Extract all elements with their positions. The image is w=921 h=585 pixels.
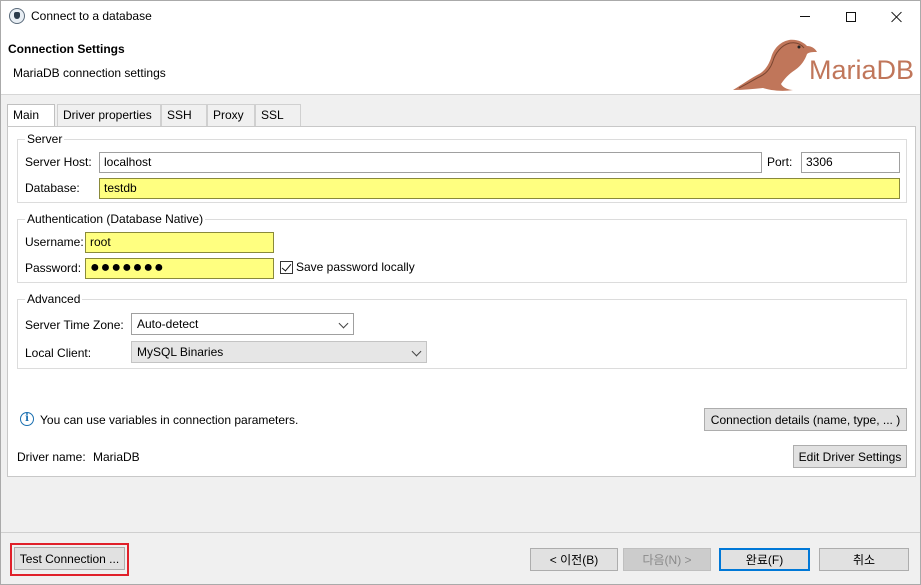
maximize-button[interactable] [828, 1, 874, 32]
driver-name-label: Driver name: [17, 450, 86, 464]
database-label: Database: [25, 181, 80, 195]
close-button[interactable] [874, 1, 920, 32]
tab-main[interactable]: Main [7, 104, 55, 127]
minimize-button[interactable] [782, 1, 828, 32]
driver-name-value: MariaDB [93, 450, 140, 464]
tab-ssh[interactable]: SSH [161, 104, 207, 126]
server-time-zone-select[interactable]: Auto-detect [131, 313, 354, 335]
server-host-label: Server Host: [25, 155, 92, 169]
logo-wordmark: MariaDB [809, 55, 914, 85]
chevron-down-icon [411, 346, 422, 357]
title-bar: Connect to a database [1, 1, 920, 32]
server-time-zone-label: Server Time Zone: [25, 318, 124, 332]
username-label: Username: [25, 235, 84, 249]
port-label: Port: [767, 155, 793, 169]
local-client-value: MySQL Binaries [137, 345, 224, 359]
variables-hint-text: You can use variables in connection para… [40, 413, 299, 427]
dialog-window: Connect to a database Connection Setting… [0, 0, 921, 585]
password-label: Password: [25, 261, 82, 275]
chevron-down-icon [338, 318, 349, 329]
password-input[interactable]: ●●●●●●● [85, 258, 274, 279]
advanced-group-label: Advanced [25, 292, 83, 306]
maximize-icon [846, 11, 856, 22]
test-connection-button[interactable]: Test Connection ... [14, 547, 125, 570]
server-host-input[interactable]: localhost [99, 152, 762, 173]
server-group: Server Server Host: localhost Port: 3306… [17, 132, 907, 203]
main-tab-panel: Server Server Host: localhost Port: 3306… [7, 126, 916, 477]
info-icon: i [20, 412, 34, 426]
window-title: Connect to a database [31, 9, 152, 23]
minimize-icon [800, 16, 810, 17]
next-button[interactable]: 다음(N) > [623, 548, 711, 571]
server-group-label: Server [25, 132, 65, 146]
dialog-header: Connection Settings MariaDB connection s… [1, 32, 920, 95]
mariadb-logo: MariaDB [733, 39, 914, 91]
tab-proxy[interactable]: Proxy [207, 104, 255, 126]
finish-button[interactable]: 완료(F) [719, 548, 810, 571]
username-input[interactable]: root [85, 232, 274, 253]
server-time-zone-value: Auto-detect [137, 317, 199, 331]
save-password-label[interactable]: Save password locally [296, 260, 415, 274]
connection-details-button[interactable]: Connection details (name, type, ... ) [704, 408, 907, 431]
authentication-group: Authentication (Database Native) Usernam… [17, 212, 907, 283]
tab-driver-properties[interactable]: Driver properties [57, 104, 161, 126]
cancel-button[interactable]: 취소 [819, 548, 909, 571]
close-icon [891, 11, 903, 23]
local-client-select[interactable]: MySQL Binaries [131, 341, 427, 363]
page-subtitle: MariaDB connection settings [13, 66, 166, 80]
tab-ssl[interactable]: SSL [255, 104, 301, 126]
edit-driver-settings-button[interactable]: Edit Driver Settings [793, 445, 907, 468]
back-button[interactable]: < 이전(B) [530, 548, 618, 571]
save-password-checkbox[interactable] [280, 261, 293, 274]
authentication-group-label: Authentication (Database Native) [25, 212, 206, 226]
page-title: Connection Settings [8, 42, 125, 56]
footer-divider [1, 532, 920, 533]
advanced-group: Advanced Server Time Zone: Auto-detect L… [17, 292, 907, 369]
local-client-label: Local Client: [25, 346, 92, 360]
database-input[interactable]: testdb [99, 178, 900, 199]
dbeaver-app-icon [9, 8, 25, 24]
port-input[interactable]: 3306 [801, 152, 900, 173]
